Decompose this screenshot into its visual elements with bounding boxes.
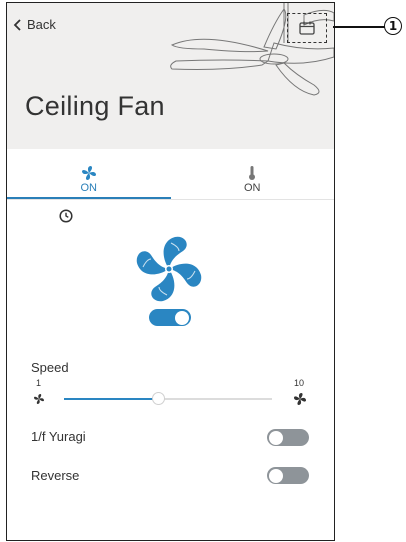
mode-tabs: ON ON: [7, 161, 334, 200]
speed-max-label: 10: [294, 378, 305, 388]
fan-power-toggle[interactable]: [149, 309, 191, 326]
fan-icon: [81, 166, 96, 180]
tab-temperature-label: ON: [244, 182, 261, 194]
tab-fan[interactable]: ON: [7, 161, 171, 199]
speed-slider-thumb[interactable]: [151, 392, 165, 405]
fan-high-icon: [294, 393, 306, 405]
yuragi-toggle[interactable]: [267, 429, 309, 446]
tab-temperature[interactable]: ON: [171, 161, 335, 199]
annotation-leader-line: [333, 26, 385, 28]
page-title: Ceiling Fan: [25, 91, 165, 121]
back-label: Back: [27, 17, 56, 32]
header-area: Back Ceiling Fan: [7, 3, 334, 149]
reverse-label: Reverse: [31, 468, 80, 483]
speed-label: Speed: [31, 360, 69, 375]
annotation-marker: 1: [384, 17, 402, 35]
fan-low-icon: [34, 394, 44, 404]
speed-min-label: 1: [36, 378, 42, 388]
toggle-knob: [269, 430, 283, 445]
timer-icon[interactable]: [59, 209, 73, 223]
yuragi-label: 1/f Yuragi: [31, 429, 86, 444]
chevron-left-icon: [13, 18, 21, 31]
toggle-knob: [175, 310, 189, 325]
thermometer-icon: [249, 166, 256, 180]
speed-slider-fill: [64, 398, 158, 400]
reverse-toggle[interactable]: [267, 467, 309, 484]
fan-power-icon: [136, 236, 202, 302]
toggle-knob: [269, 468, 283, 483]
tab-fan-label: ON: [80, 182, 98, 194]
calendar-icon: [299, 21, 315, 35]
speed-slider[interactable]: [64, 392, 272, 405]
back-button[interactable]: Back: [13, 17, 56, 32]
schedule-button[interactable]: [287, 13, 327, 43]
app-screen: Back Ceiling Fan ON ON Speed 1 10 1/f Yu…: [6, 2, 335, 541]
